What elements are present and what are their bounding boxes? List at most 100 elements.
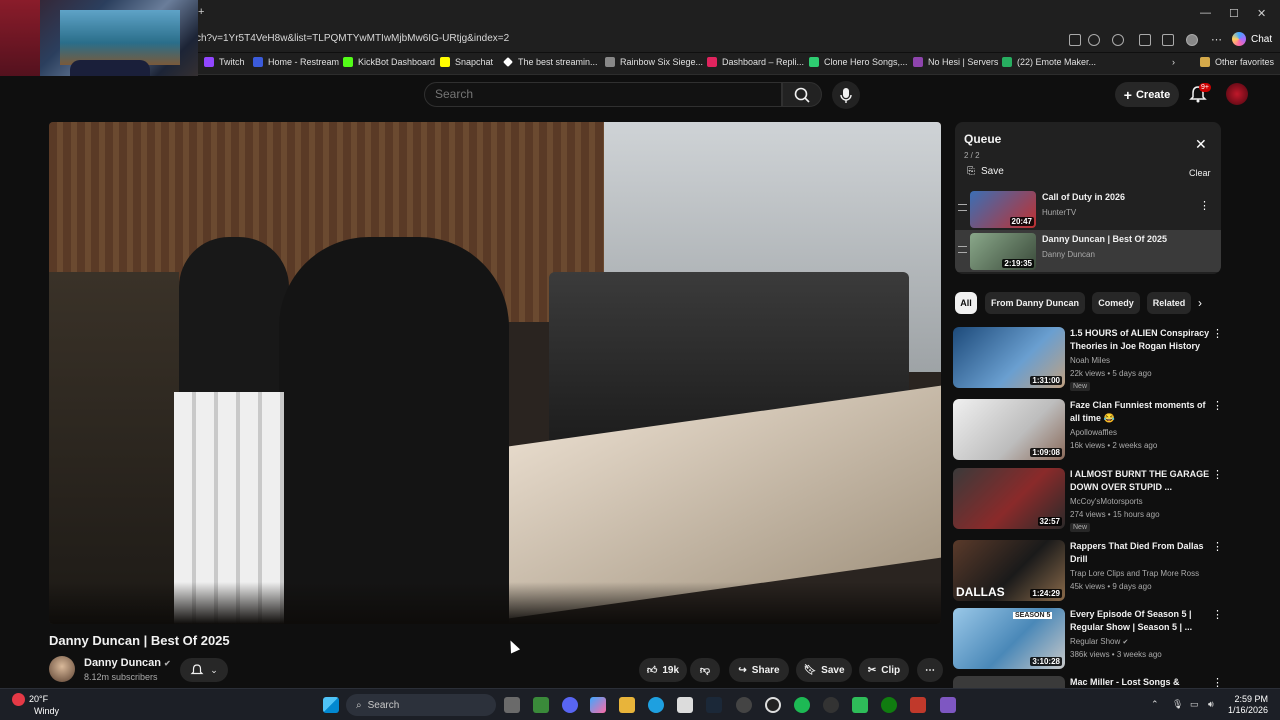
profile-icon[interactable] bbox=[1186, 34, 1198, 46]
xbox-icon[interactable] bbox=[881, 697, 897, 713]
app-available-icon[interactable] bbox=[1069, 34, 1081, 46]
chip-scroll-right-icon[interactable]: › bbox=[1198, 296, 1202, 310]
refresh-extension-icon[interactable] bbox=[1112, 34, 1124, 46]
calendar-app-icon[interactable] bbox=[677, 697, 693, 713]
recommended-video[interactable]: Mac Miller - Lost Songs & ⋮ bbox=[953, 676, 1223, 688]
clip-button[interactable]: ✂ Clip bbox=[859, 658, 909, 682]
video-thumbnail[interactable]: DALLAS 1:24:29 bbox=[953, 540, 1065, 601]
copilot-chat-button[interactable]: Chat bbox=[1232, 32, 1272, 46]
video-menu-icon[interactable]: ⋮ bbox=[1212, 676, 1223, 688]
like-button[interactable]: 👍︎ 19k bbox=[639, 658, 687, 682]
chip-all[interactable]: All bbox=[955, 292, 977, 314]
minimize-icon[interactable]: — bbox=[1200, 7, 1211, 19]
video-menu-icon[interactable]: ⋮ bbox=[1212, 540, 1223, 553]
emote-maker-icon bbox=[1002, 57, 1012, 67]
recommended-video[interactable]: 1:09:08 Faze Clan Funniest moments of all… bbox=[953, 399, 1223, 465]
steam-icon[interactable] bbox=[706, 697, 722, 713]
save-button[interactable]: 🔖︎ Save bbox=[796, 658, 852, 682]
spotify-icon[interactable] bbox=[794, 697, 810, 713]
start-windows-icon[interactable] bbox=[323, 697, 339, 713]
tray-overflow-icon[interactable]: ⌃ bbox=[1151, 699, 1159, 710]
bookmark-twitch[interactable]: Twitch bbox=[204, 57, 245, 67]
4k-app-icon[interactable] bbox=[823, 697, 839, 713]
create-button[interactable]: + Create bbox=[1115, 82, 1179, 107]
bookmark-streaming[interactable]: The best streamin... bbox=[503, 57, 598, 67]
queue-thumbnail: 2:19:35 bbox=[970, 233, 1036, 270]
chip-from-channel[interactable]: From Danny Duncan bbox=[985, 292, 1085, 314]
chip-related[interactable]: Related bbox=[1147, 292, 1191, 314]
network-icon[interactable]: ▭ bbox=[1190, 699, 1199, 710]
recommended-video[interactable]: DALLAS 1:24:29 Rappers That Died From Da… bbox=[953, 540, 1223, 606]
favorite-star-icon[interactable] bbox=[1088, 34, 1100, 46]
microphone-tray-icon[interactable]: 🎙︎ bbox=[1172, 699, 1183, 710]
video-thumbnail[interactable]: 32:57 bbox=[953, 468, 1065, 529]
file-explorer-icon[interactable] bbox=[619, 697, 635, 713]
bookmark-rainbow-six[interactable]: Rainbow Six Siege... bbox=[605, 57, 703, 67]
game-launcher-icon[interactable] bbox=[910, 697, 926, 713]
close-queue-icon[interactable]: ✕ bbox=[1195, 136, 1207, 153]
thumbs-down-icon: 👎︎ bbox=[699, 665, 711, 676]
recording-app-icon[interactable] bbox=[736, 697, 752, 713]
bookmark-kickbot[interactable]: KickBot Dashboard bbox=[343, 57, 435, 67]
drag-handle-icon[interactable] bbox=[958, 204, 967, 211]
task-view-icon[interactable] bbox=[504, 697, 520, 713]
item-menu-icon[interactable]: ⋮ bbox=[1199, 199, 1210, 212]
weather-widget[interactable]: 20°F Windy bbox=[12, 693, 59, 717]
edge-browser-icon[interactable] bbox=[648, 697, 664, 713]
recommended-video[interactable]: SEASON 5 3:10:28 Every Episode Of Season… bbox=[953, 608, 1223, 674]
search-button[interactable] bbox=[782, 82, 822, 107]
search-box[interactable] bbox=[424, 82, 782, 107]
maximize-icon[interactable]: ☐ bbox=[1229, 7, 1239, 20]
other-favorites[interactable]: Other favorites bbox=[1200, 57, 1274, 67]
url-text[interactable]: ch?v=1Yr5T4VeH8w&list=TLPQMTYwMTIwMjbMw6… bbox=[196, 33, 509, 44]
recommended-video[interactable]: 32:57 I ALMOST BURNT THE GARAGE DOWN OVER… bbox=[953, 468, 1223, 534]
recommended-video[interactable]: 1:31:00 1.5 HOURS of ALIEN Conspiracy The… bbox=[953, 327, 1223, 393]
clear-queue-button[interactable]: Clear bbox=[1189, 168, 1211, 178]
extensions-icon[interactable] bbox=[1139, 34, 1151, 46]
queue-item-playing[interactable]: 2:19:35 Danny Duncan | Best Of 2025 Dann… bbox=[955, 230, 1221, 272]
more-menu-icon[interactable]: ⋯ bbox=[1211, 33, 1222, 46]
channel-name[interactable]: Danny Duncan ✔ bbox=[84, 657, 171, 669]
copilot-app-icon[interactable] bbox=[590, 697, 606, 713]
video-thumbnail[interactable]: 1:09:08 bbox=[953, 399, 1065, 460]
video-menu-icon[interactable]: ⋮ bbox=[1212, 399, 1223, 412]
bookmark-emote-maker[interactable]: (22) Emote Maker... bbox=[1002, 57, 1096, 67]
video-menu-icon[interactable]: ⋮ bbox=[1212, 468, 1223, 481]
video-player[interactable] bbox=[49, 122, 941, 624]
video-thumbnail[interactable]: SEASON 5 3:10:28 bbox=[953, 608, 1065, 669]
dislike-button[interactable]: 👎︎ bbox=[690, 658, 720, 682]
obs-icon[interactable] bbox=[765, 697, 781, 713]
subscribed-notifications-button[interactable]: ⌄ bbox=[180, 658, 228, 682]
taskbar-search[interactable]: ⌕ Search bbox=[346, 694, 496, 716]
xbox-app-icon[interactable] bbox=[533, 697, 549, 713]
more-actions-button[interactable]: ⋯ bbox=[917, 658, 943, 682]
bookmarks-overflow-chevron-icon[interactable]: › bbox=[1172, 57, 1175, 67]
editor-app-icon[interactable] bbox=[940, 697, 956, 713]
search-input[interactable] bbox=[435, 87, 765, 101]
bookmark-dashboard[interactable]: Dashboard – Repli... bbox=[707, 57, 804, 67]
queue-count: 2 / 2 bbox=[964, 151, 980, 160]
channel-avatar[interactable] bbox=[49, 656, 75, 682]
new-tab-icon[interactable]: + bbox=[198, 6, 204, 18]
bookmark-snapchat[interactable]: Snapchat bbox=[440, 57, 493, 67]
close-window-icon[interactable]: ✕ bbox=[1257, 7, 1266, 20]
chip-comedy[interactable]: Comedy bbox=[1092, 292, 1140, 314]
account-avatar[interactable] bbox=[1226, 83, 1248, 105]
queue-item[interactable]: 20:47 Call of Duty in 2026 HunterTV ⋮ bbox=[955, 188, 1221, 230]
voice-search-button[interactable] bbox=[832, 81, 860, 109]
system-clock[interactable]: 2:59 PM 1/16/2026 bbox=[1228, 694, 1268, 716]
volume-icon[interactable]: 🔊︎ bbox=[1208, 699, 1214, 710]
video-thumbnail[interactable]: 1:31:00 bbox=[953, 327, 1065, 388]
video-menu-icon[interactable]: ⋮ bbox=[1212, 608, 1223, 621]
save-queue-button[interactable]: ⎘ Save bbox=[967, 166, 1004, 177]
video-thumbnail[interactable] bbox=[953, 676, 1065, 688]
bookmark-no-hesi[interactable]: No Hesi | Servers bbox=[913, 57, 998, 67]
b-app-icon[interactable] bbox=[852, 697, 868, 713]
discord-icon[interactable] bbox=[562, 697, 578, 713]
bookmark-restream[interactable]: Home - Restream bbox=[253, 57, 339, 67]
favorites-icon[interactable] bbox=[1162, 34, 1174, 46]
drag-handle-icon[interactable] bbox=[958, 246, 967, 253]
bookmark-clone-hero[interactable]: Clone Hero Songs,... bbox=[809, 57, 908, 67]
share-button[interactable]: ↪ Share bbox=[729, 658, 789, 682]
video-menu-icon[interactable]: ⋮ bbox=[1212, 327, 1223, 340]
